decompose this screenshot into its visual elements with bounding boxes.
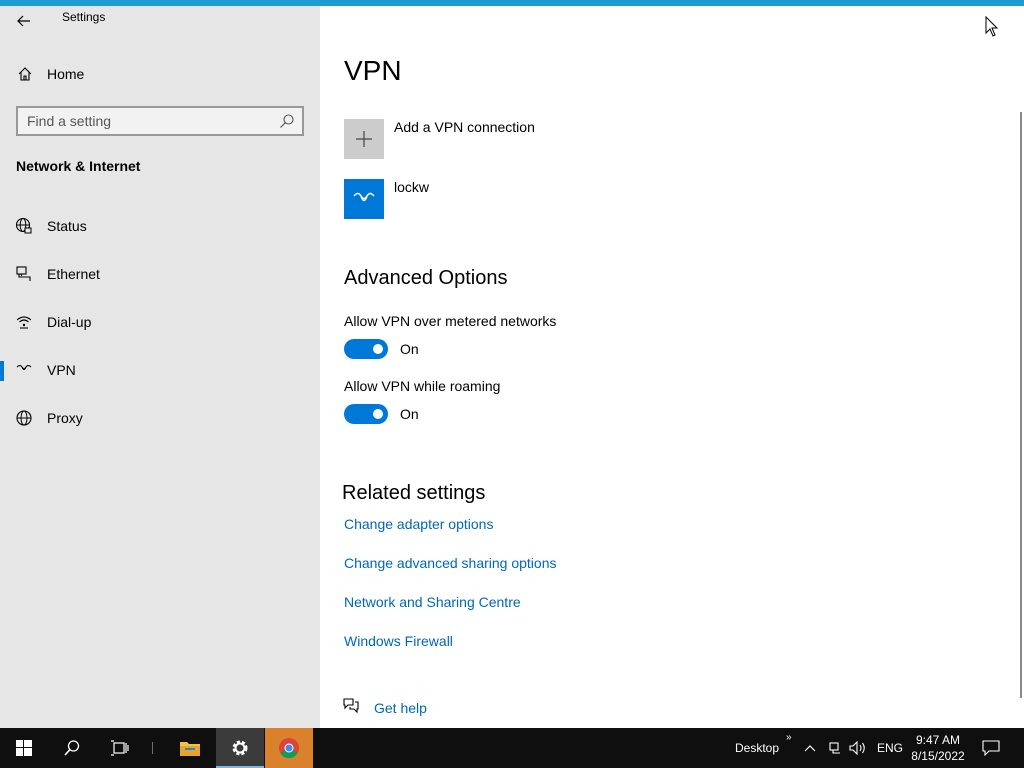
mouse-cursor-icon [985, 16, 999, 37]
add-vpn-label: Add a VPN connection [394, 119, 535, 135]
search-icon[interactable] [279, 113, 295, 129]
taskbar-separator [152, 742, 153, 754]
desktop-toolbar-label[interactable]: Desktop [735, 741, 779, 755]
globe-status-icon [15, 217, 33, 235]
chrome-icon [279, 738, 299, 759]
back-button[interactable] [10, 10, 38, 32]
vpn-icon [15, 361, 33, 379]
sidebar-home[interactable]: Home [0, 60, 320, 88]
notification-icon [982, 740, 1000, 756]
toggle-knob [373, 344, 383, 354]
windows-logo-icon [16, 740, 32, 756]
get-help-label: Get help [374, 699, 427, 716]
sidebar-item-label: Proxy [47, 410, 83, 426]
change-advanced-sharing-link[interactable]: Change advanced sharing options [344, 555, 557, 571]
sidebar-nav: Status Ethernet Dial-up VPN Proxy [0, 202, 320, 442]
network-icon [829, 742, 840, 754]
taskbar-clock[interactable]: 9:47 AM 8/15/2022 [905, 732, 971, 764]
settings-sidebar: Settings Home Network & Internet Status … [0, 6, 320, 728]
search-input[interactable] [18, 113, 268, 129]
sidebar-item-label: VPN [47, 362, 76, 378]
toggle-state: On [400, 341, 419, 357]
section-heading: Network & Internet [16, 158, 141, 174]
chrome-taskbar-button[interactable] [265, 728, 313, 768]
roaming-label: Allow VPN while roaming [344, 378, 501, 394]
window-title: Settings [62, 10, 106, 24]
sidebar-item-label: Dial-up [47, 314, 92, 330]
volume-tray-icon[interactable] [848, 738, 868, 758]
windows-firewall-link[interactable]: Windows Firewall [344, 633, 453, 649]
toggle-state: On [400, 406, 419, 422]
related-settings-heading: Related settings [342, 482, 486, 504]
folder-icon [180, 742, 200, 756]
show-hidden-icons-button[interactable] [800, 738, 820, 758]
search-box[interactable] [16, 106, 304, 136]
dial-up-icon [15, 313, 33, 331]
get-help-link[interactable]: Get help [342, 696, 427, 719]
sidebar-item-dial-up[interactable]: Dial-up [0, 298, 320, 346]
home-label: Home [47, 66, 85, 82]
toggle-switch[interactable] [344, 339, 388, 359]
action-center-button[interactable] [981, 738, 1001, 758]
scrollbar[interactable] [1020, 112, 1022, 698]
toolbar-overflow-icon[interactable]: » [786, 732, 792, 743]
back-arrow-icon [17, 15, 30, 27]
change-adapter-options-link[interactable]: Change adapter options [344, 516, 493, 532]
search-icon [64, 740, 80, 756]
globe-icon [15, 409, 33, 427]
taskbar: Desktop » ENG 9:47 AM 8/15/2022 [0, 728, 1024, 768]
gear-icon [232, 740, 248, 756]
sidebar-item-status[interactable]: Status [0, 202, 320, 250]
file-explorer-button[interactable] [166, 728, 214, 768]
plus-icon [344, 119, 384, 159]
network-sharing-centre-link[interactable]: Network and Sharing Centre [344, 594, 521, 610]
metered-networks-toggle[interactable]: On [344, 339, 419, 359]
metered-networks-label: Allow VPN over metered networks [344, 313, 557, 329]
task-view-button[interactable] [96, 728, 144, 768]
help-chat-icon [342, 696, 360, 719]
chevron-up-icon [804, 745, 816, 752]
sidebar-item-proxy[interactable]: Proxy [0, 394, 320, 442]
toggle-knob [373, 409, 383, 419]
sidebar-item-ethernet[interactable]: Ethernet [0, 250, 320, 298]
clock-date: 8/15/2022 [911, 749, 965, 763]
start-button[interactable] [0, 728, 48, 768]
vpn-connection-lockw[interactable]: lockw [344, 179, 429, 219]
home-icon [16, 65, 34, 83]
advanced-options-heading: Advanced Options [344, 267, 508, 289]
main-content: VPN Add a VPN connection lockw Advanced … [320, 6, 1024, 728]
clock-time: 9:47 AM [915, 733, 961, 747]
vpn-connection-name: lockw [394, 179, 430, 195]
network-tray-icon[interactable] [825, 738, 845, 758]
sidebar-item-label: Ethernet [47, 266, 100, 282]
language-indicator[interactable]: ENG [877, 741, 903, 755]
task-view-icon [111, 740, 129, 756]
speaker-icon [849, 741, 865, 755]
ethernet-icon [15, 265, 33, 283]
page-title: VPN [344, 55, 402, 86]
toggle-switch[interactable] [344, 404, 388, 424]
vpn-connection-icon [344, 179, 384, 219]
sidebar-item-label: Status [47, 218, 87, 234]
sidebar-item-vpn[interactable]: VPN [0, 346, 320, 394]
settings-taskbar-button[interactable] [216, 728, 264, 768]
taskbar-search-button[interactable] [48, 728, 96, 768]
roaming-toggle[interactable]: On [344, 404, 419, 424]
add-vpn-connection[interactable]: Add a VPN connection [344, 119, 535, 159]
